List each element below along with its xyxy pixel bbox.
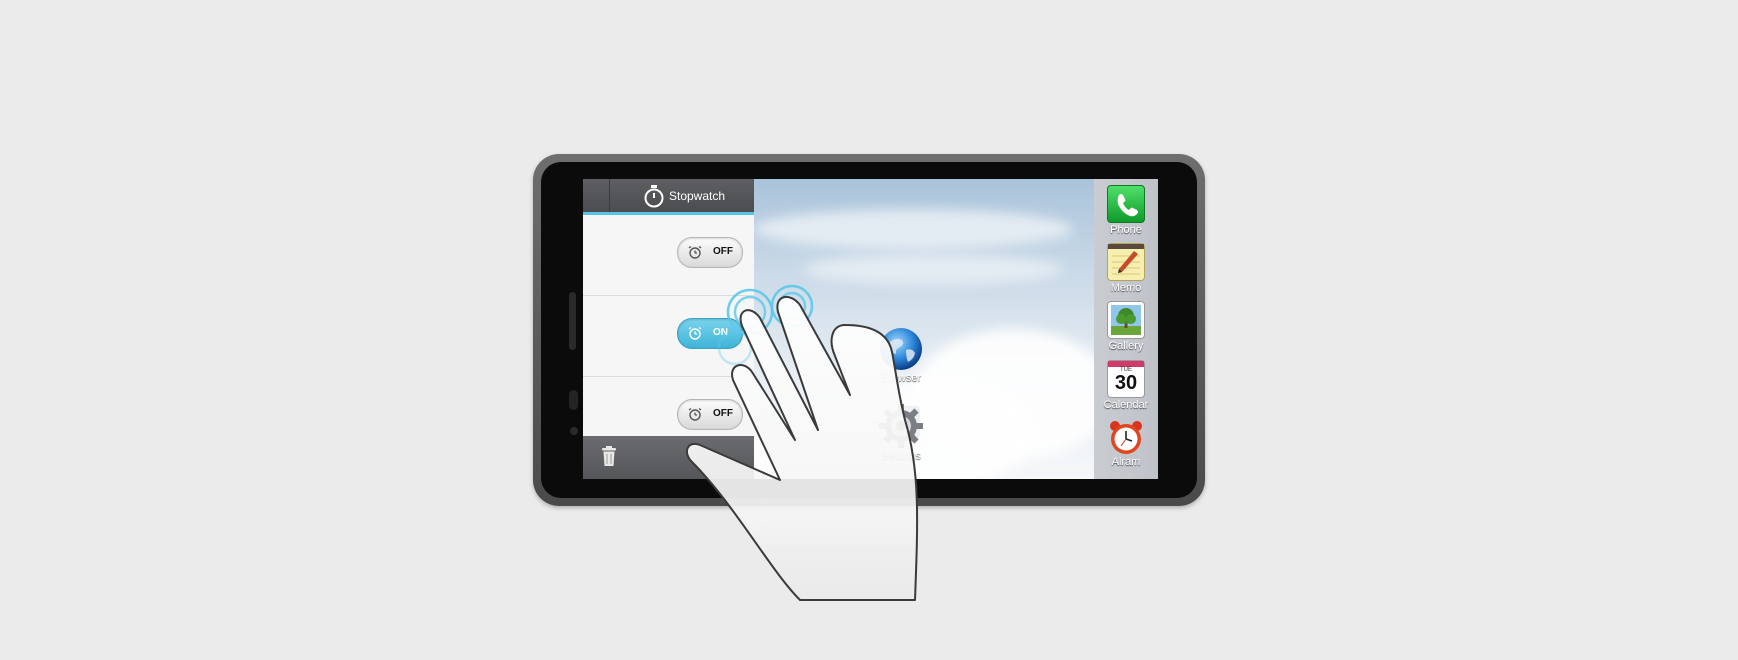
phone-camera	[570, 427, 578, 435]
tab-stopwatch[interactable]: Stopwatch	[669, 189, 725, 203]
alarm-toggle[interactable]: ON	[677, 318, 743, 349]
phone-sensor	[569, 390, 578, 410]
gear-icon	[879, 404, 923, 448]
phone-icon	[1107, 185, 1145, 223]
toggle-state: ON	[713, 327, 728, 338]
alarm-icon	[688, 326, 702, 340]
settings-shortcut[interactable]: Settings	[866, 402, 936, 462]
memo-icon	[1107, 243, 1145, 281]
alarm-row[interactable]: ON	[583, 296, 754, 377]
browser-shortcut[interactable]: Browser	[866, 326, 936, 384]
alarm-panel: Stopwatch OFF ON OFF	[583, 179, 754, 479]
panel-header: Stopwatch	[583, 179, 754, 215]
alarm-toggle[interactable]: OFF	[677, 237, 743, 268]
toggle-state: OFF	[713, 246, 733, 257]
alarm-toggle[interactable]: OFF	[677, 399, 743, 430]
dock-app-alarm[interactable]: Alram	[1094, 419, 1158, 468]
dock-label: Alram	[1111, 456, 1141, 468]
alarm-icon	[688, 407, 702, 421]
trash-icon[interactable]	[601, 445, 617, 467]
dock-label: Calendar	[1103, 399, 1149, 411]
dock-app-gallery[interactable]: Gallery	[1094, 301, 1158, 352]
dock-app-phone[interactable]: Phone	[1094, 185, 1158, 236]
toggle-state: OFF	[713, 408, 733, 419]
dock-app-calendar[interactable]: TUE 30 Calendar	[1094, 360, 1158, 411]
calendar-date: 30	[1114, 372, 1138, 394]
calendar-icon: TUE 30	[1107, 360, 1145, 398]
app-dock: Phone Memo Gallery TUE 30 Calendar Alram	[1094, 179, 1158, 479]
panel-footer	[583, 436, 754, 479]
stopwatch-icon	[644, 185, 664, 208]
settings-label: Settings	[881, 450, 921, 462]
dock-label: Phone	[1110, 224, 1142, 236]
dock-label: Memo	[1110, 282, 1142, 294]
browser-label: Browser	[880, 372, 922, 384]
alarm-row[interactable]: OFF	[583, 215, 754, 296]
alarm-icon	[688, 245, 702, 259]
alarm-clock-icon	[1108, 419, 1144, 455]
phone-screen: Stopwatch OFF ON OFF Browser Settings Ph…	[583, 179, 1158, 479]
phone-speaker	[569, 292, 576, 350]
dock-label: Gallery	[1108, 340, 1144, 352]
dock-app-memo[interactable]: Memo	[1094, 243, 1158, 294]
gallery-icon	[1107, 301, 1145, 339]
globe-icon	[880, 328, 922, 370]
